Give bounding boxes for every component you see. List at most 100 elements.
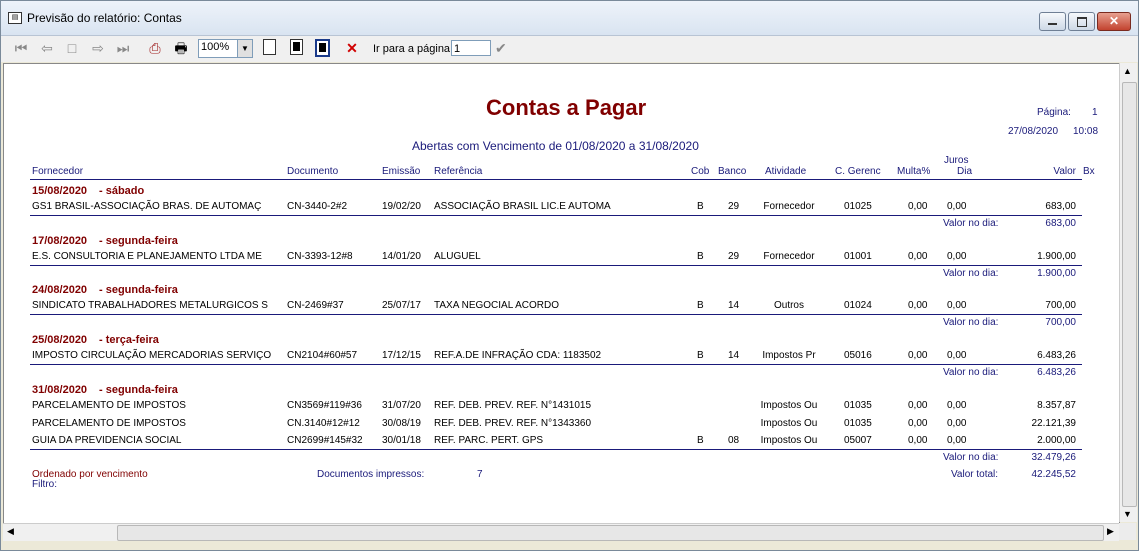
cell-fornecedor: IMPOSTO CIRCULAÇÃO MERCADORIAS SERVIÇO xyxy=(32,350,272,361)
day-total-value: 6.483,26 xyxy=(1037,366,1076,378)
cell-documento: CN-3393-12#8 xyxy=(287,251,353,262)
minimize-button[interactable] xyxy=(1039,12,1066,31)
maximize-icon xyxy=(1077,17,1087,27)
stop-icon[interactable]: □ xyxy=(64,40,80,57)
print-date: 27/08/2020 xyxy=(1008,126,1059,137)
group-date: 17/08/2020 xyxy=(32,235,88,247)
cell-banco: 08 xyxy=(728,435,740,446)
cell-juros: 0,00 xyxy=(947,300,967,311)
whole-page-icon[interactable] xyxy=(315,39,330,57)
close-button[interactable]: ✕ xyxy=(1097,12,1131,31)
cell-cgerenc: 01025 xyxy=(844,201,872,212)
cell-fornecedor: E.S. CONSULTORIA E PLANEJAMENTO LTDA ME xyxy=(32,251,262,262)
page-width-icon[interactable] xyxy=(290,39,303,55)
cell-atividade: Impostos Ou xyxy=(760,400,818,411)
print-time: 10:08 xyxy=(1073,126,1099,137)
cell-fornecedor: GS1 BRASIL-ASSOCIAÇÃO BRAS. DE AUTOMAÇ xyxy=(32,201,262,212)
goto-page-input[interactable]: 1 xyxy=(451,40,491,56)
group-rule xyxy=(30,313,1082,315)
title-bar[interactable]: ▤ Previsão do relatório: Contas ✕ xyxy=(1,1,1138,36)
cell-fornecedor: SINDICATO TRABALHADORES METALURGICOS S xyxy=(32,300,268,311)
report-page: Contas a Pagar Abertas com Vencimento de… xyxy=(3,63,1120,524)
checkmark-icon[interactable]: ✔ xyxy=(495,40,507,57)
cell-fornecedor: PARCELAMENTO DE IMPOSTOS xyxy=(32,400,186,411)
cell-valor: 2.000,00 xyxy=(1037,435,1076,446)
scroll-corner xyxy=(1119,523,1136,540)
cell-atividade: Impostos Ou xyxy=(760,417,818,429)
cell-banco: 29 xyxy=(728,201,740,212)
cell-cgerenc: 01024 xyxy=(844,300,872,311)
header-rule xyxy=(30,179,1082,180)
last-page-icon[interactable]: ⏭ xyxy=(115,40,131,57)
close-preview-icon[interactable]: ✕ xyxy=(344,40,360,57)
maximize-button[interactable] xyxy=(1068,12,1095,31)
cell-emissao: 30/01/18 xyxy=(382,435,421,446)
cell-atividade: Impostos Ou xyxy=(760,435,818,446)
cell-valor: 22.121,39 xyxy=(1031,417,1077,429)
scroll-right-icon[interactable]: ▶ xyxy=(1107,526,1114,537)
cell-fornecedor: GUIA DA PREVIDENCIA SOCIAL xyxy=(32,435,182,446)
page-label: Página: xyxy=(1037,107,1071,118)
next-page-icon[interactable]: ⇨ xyxy=(90,40,106,57)
day-total-value: 683,00 xyxy=(1045,217,1076,229)
group-rule xyxy=(30,448,1082,450)
first-page-icon[interactable]: ⏮ xyxy=(13,40,29,57)
close-icon: ✕ xyxy=(1108,14,1120,28)
cell-referencia: REF. DEB. PREV. REF. N°1431015 xyxy=(434,400,592,411)
vertical-scroll-thumb[interactable] xyxy=(1122,82,1137,507)
cell-documento: CN2699#145#32 xyxy=(287,435,363,446)
docs-printed-label: Documentos impressos: xyxy=(317,469,425,480)
day-total-label: Valor no dia: xyxy=(943,316,999,328)
col-juros-dia: Dia xyxy=(957,166,973,177)
printer-icon[interactable]: 🖶 xyxy=(172,40,190,57)
col-atividade: Atividade xyxy=(765,166,807,177)
scroll-left-icon[interactable]: ◀ xyxy=(7,526,14,537)
horizontal-scrollbar[interactable]: ◀ ▶ xyxy=(3,523,1119,541)
cell-atividade: Fornecedor xyxy=(763,201,815,212)
cell-cgerenc: 05007 xyxy=(844,435,872,446)
day-total-value: 700,00 xyxy=(1045,316,1076,328)
single-page-icon[interactable] xyxy=(263,39,276,55)
zoom-select[interactable]: 100% ▼ xyxy=(198,39,253,58)
cell-cob: B xyxy=(697,201,704,212)
preview-toolbar: ⏮ ⇦ □ ⇨ ⏭ ⎙ 🖶 100% ▼ ✕ Ir para a página … xyxy=(1,36,1138,62)
cell-referencia: TAXA NEGOCIAL ACORDO xyxy=(434,300,560,311)
cell-emissao: 19/02/20 xyxy=(382,201,421,212)
day-total-label: Valor no dia: xyxy=(943,451,999,463)
col-cgerenc: C. Gerenc xyxy=(835,166,881,177)
cell-referencia: REF. PARC. PERT. GPS xyxy=(434,435,544,446)
col-fornecedor: Fornecedor xyxy=(32,166,84,177)
previous-page-icon[interactable]: ⇦ xyxy=(39,40,55,57)
group-date: 25/08/2020 xyxy=(32,334,88,346)
cell-cob: B xyxy=(697,300,704,311)
group-weekday: - terça-feira xyxy=(99,334,159,346)
horizontal-scroll-thumb[interactable] xyxy=(117,525,1104,541)
cell-juros: 0,00 xyxy=(947,435,967,446)
cell-emissao: 25/07/17 xyxy=(382,300,421,311)
scroll-up-icon[interactable]: ▲ xyxy=(1123,66,1132,76)
col-juros: Juros xyxy=(944,155,969,166)
group-weekday: - sábado xyxy=(99,185,145,197)
report-preview-window: ▤ Previsão do relatório: Contas ✕ ⏮ ⇦ □ … xyxy=(0,0,1139,551)
cell-multa: 0,00 xyxy=(908,251,928,262)
docs-printed-count: 7 xyxy=(477,469,483,480)
cell-cob: B xyxy=(697,435,704,446)
cell-multa: 0,00 xyxy=(908,350,928,361)
cell-emissao: 30/08/19 xyxy=(382,417,421,429)
cell-multa: 0,00 xyxy=(908,400,928,411)
col-multa: Multa% xyxy=(897,166,931,177)
col-banco: Banco xyxy=(718,166,747,177)
cell-juros: 0,00 xyxy=(947,400,967,411)
print-setup-icon[interactable]: ⎙ xyxy=(146,40,164,57)
cell-referencia: ASSOCIAÇÃO BRASIL LIC.E AUTOMA xyxy=(434,201,611,212)
chevron-down-icon[interactable]: ▼ xyxy=(237,40,252,57)
scroll-down-icon[interactable]: ▼ xyxy=(1123,509,1132,519)
vertical-scrollbar[interactable]: ▲ ▼ xyxy=(1119,63,1137,522)
report-preview-icon: ▤ xyxy=(8,12,22,24)
day-total-label: Valor no dia: xyxy=(943,267,999,279)
goto-page-label: Ir para a página xyxy=(373,43,451,55)
cell-juros: 0,00 xyxy=(947,350,967,361)
total-label: Valor total: xyxy=(951,469,999,480)
cell-documento: CN-2469#37 xyxy=(287,300,344,311)
group-weekday: - segunda-feira xyxy=(99,235,178,247)
